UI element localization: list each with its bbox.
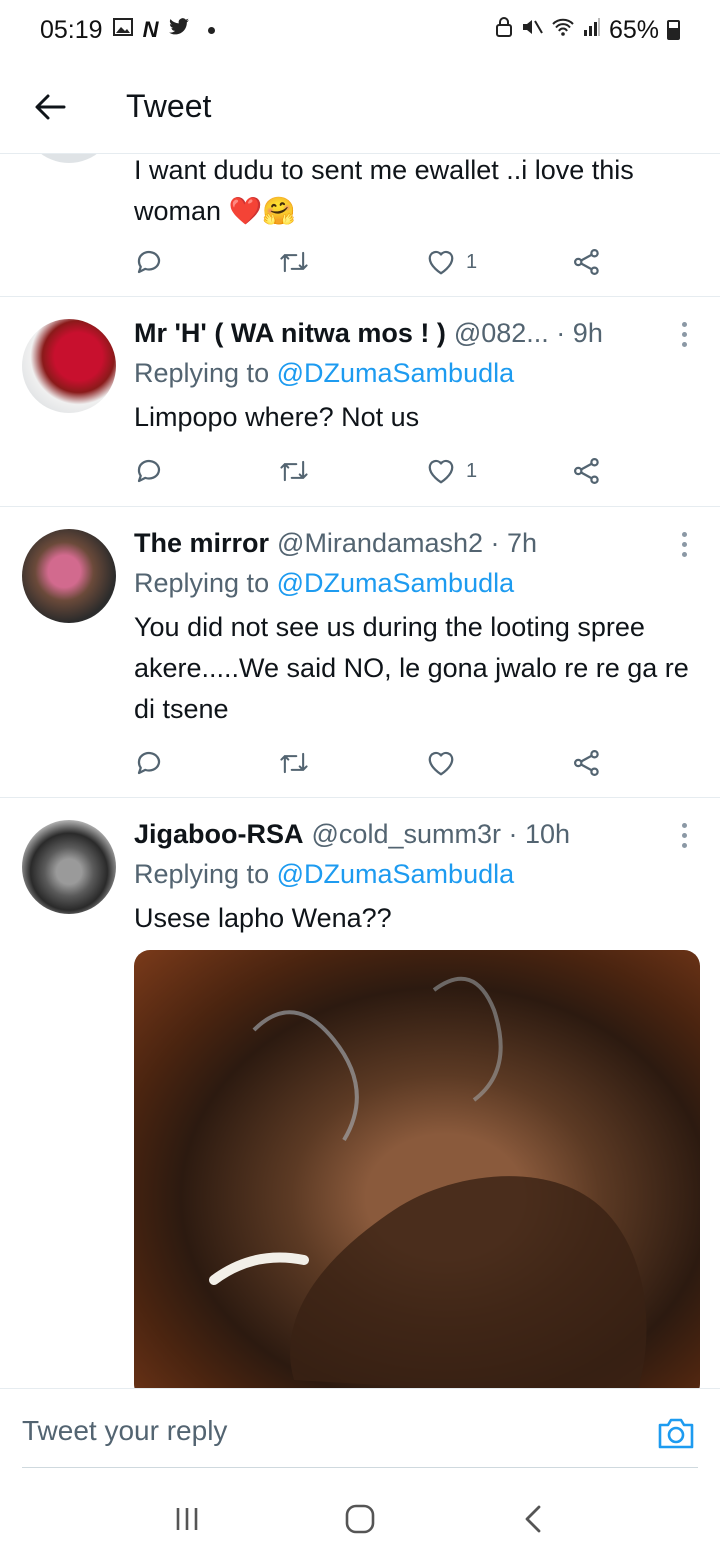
status-bar: 05:19 N 65%: [0, 0, 720, 60]
reply-input[interactable]: Tweet your reply: [22, 1415, 227, 1447]
tweet-media-image[interactable]: [134, 950, 700, 1388]
author-name[interactable]: Jigaboo-RSA: [134, 816, 304, 852]
tweet-text: Usese lapho Wena??: [134, 903, 392, 933]
tweet-item[interactable]: The mirror @Mirandamash2 · 7h Replying t…: [0, 507, 720, 798]
reply-icon: [137, 751, 161, 775]
status-time: 05:19: [40, 15, 103, 44]
author-handle-time: @082... · 9h: [453, 318, 603, 348]
tweet-meta: Jigaboo-RSA @cold_summ3r · 10h: [134, 816, 700, 852]
battery-icon: [667, 20, 680, 40]
share-button[interactable]: [572, 456, 602, 486]
reply-button[interactable]: [134, 748, 164, 778]
share-button[interactable]: [572, 247, 602, 277]
retweet-button[interactable]: [278, 749, 310, 777]
home-icon[interactable]: [330, 1494, 390, 1544]
battery-percent: 65%: [608, 15, 659, 44]
share-icon: [574, 458, 599, 484]
tweet-text: Limpopo where? Not us: [134, 402, 420, 432]
tweet-item[interactable]: I want dudu to sent me ewallet ..i love …: [0, 154, 720, 297]
recents-icon[interactable]: [157, 1494, 217, 1544]
share-icon: [574, 249, 599, 275]
back-nav-icon[interactable]: [503, 1494, 563, 1544]
share-icon: [574, 750, 599, 776]
reply-icon: [137, 250, 161, 274]
avatar[interactable]: [22, 529, 116, 623]
n-app-icon: N: [142, 17, 159, 42]
author-name[interactable]: Mr 'H' ( WA nitwa mos ! ): [134, 315, 446, 351]
like-button[interactable]: 1: [426, 457, 477, 485]
notification-dot-icon: [208, 26, 216, 34]
replying-label: Replying to: [134, 358, 270, 388]
signal-icon: [583, 17, 601, 43]
tweet-actions: 1: [134, 451, 614, 491]
tweet-item[interactable]: Jigaboo-RSA @cold_summ3r · 10h Replying …: [0, 798, 720, 1388]
page-title: Tweet: [126, 88, 212, 124]
reply-feed[interactable]: I want dudu to sent me ewallet ..i love …: [0, 154, 720, 1388]
mute-icon: [521, 17, 543, 43]
tweet-text: I want dudu to sent me ewallet ..i love …: [134, 155, 634, 226]
gallery-icon: [112, 18, 133, 42]
avatar[interactable]: [22, 319, 116, 413]
avatar[interactable]: [22, 154, 116, 163]
tweet-item[interactable]: Mr 'H' ( WA nitwa mos ! ) @082... · 9h R…: [0, 297, 720, 507]
share-button[interactable]: [572, 748, 602, 778]
smoke-illustration: [209, 976, 647, 1388]
wifi-icon: [551, 17, 575, 43]
like-button[interactable]: [426, 749, 466, 777]
tweet-actions: 1: [134, 242, 614, 282]
back-arrow-icon[interactable]: [20, 77, 80, 137]
reply-composer: Tweet your reply: [0, 1388, 720, 1478]
like-count: 1: [466, 459, 478, 482]
retweet-icon: [280, 460, 308, 482]
retweet-button[interactable]: [278, 248, 310, 276]
mention-link[interactable]: @DZumaSambudla: [277, 568, 515, 598]
more-options-icon[interactable]: [674, 319, 694, 349]
like-count: 1: [466, 250, 478, 273]
author-handle-time: @cold_summ3r · 10h: [311, 819, 571, 849]
retweet-icon: [280, 251, 308, 273]
twitter-bird-icon: [168, 18, 190, 42]
author-name[interactable]: The mirror: [134, 525, 269, 561]
camera-icon[interactable]: [656, 1413, 696, 1453]
more-options-icon[interactable]: [674, 820, 694, 850]
heart-icon: [428, 250, 454, 275]
replying-to: Replying to @DZumaSambudla: [134, 351, 700, 395]
lock-icon: [495, 17, 513, 43]
tweet-text: You did not see us during the looting sp…: [134, 612, 689, 724]
reply-button[interactable]: [134, 456, 164, 486]
retweet-icon: [280, 752, 308, 774]
divider: [22, 1467, 698, 1468]
mention-link[interactable]: @DZumaSambudla: [277, 358, 515, 388]
like-button[interactable]: 1: [426, 248, 477, 276]
more-options-icon[interactable]: [674, 529, 694, 559]
replying-label: Replying to: [134, 859, 270, 889]
tweet-meta: The mirror @Mirandamash2 · 7h: [134, 525, 700, 561]
replying-to: Replying to @DZumaSambudla: [134, 561, 700, 605]
author-handle-time: @Mirandamash2 · 7h: [277, 528, 538, 558]
tweet-meta: Mr 'H' ( WA nitwa mos ! ) @082... · 9h: [134, 315, 700, 351]
reply-icon: [137, 459, 161, 483]
replying-label: Replying to: [134, 568, 270, 598]
top-app-bar: Tweet: [0, 60, 720, 154]
heart-icon: [428, 751, 454, 776]
reply-button[interactable]: [134, 247, 164, 277]
retweet-button[interactable]: [278, 457, 310, 485]
heart-icon: [428, 459, 454, 484]
mention-link[interactable]: @DZumaSambudla: [277, 859, 515, 889]
replying-to: Replying to @DZumaSambudla: [134, 852, 700, 896]
tweet-actions: [134, 743, 614, 783]
system-nav-bar: [0, 1478, 720, 1560]
avatar[interactable]: [22, 820, 116, 914]
